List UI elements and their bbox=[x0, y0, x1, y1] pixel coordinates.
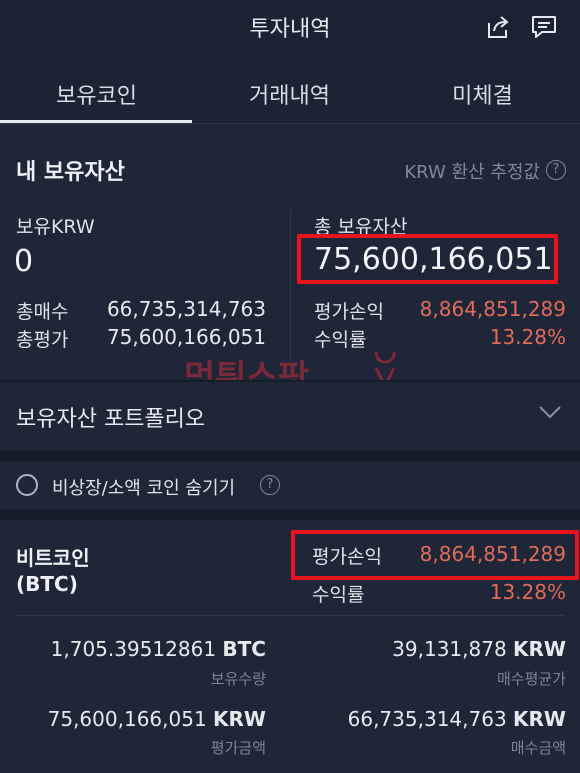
eval-amount-unit: KRW bbox=[213, 707, 266, 731]
eval-amount: 75,600,166,051 KRW bbox=[16, 707, 266, 731]
coin-rate-label: 수익률 bbox=[312, 584, 365, 606]
avg-price-value: 39,131,878 bbox=[392, 637, 507, 661]
holding-qty-value: 1,705.39512861 bbox=[50, 637, 217, 661]
tab-pending[interactable]: 미체결 bbox=[386, 78, 579, 110]
avg-price: 39,131,878 KRW bbox=[300, 637, 566, 661]
avg-price-label: 매수평균가 bbox=[496, 670, 566, 688]
holding-qty: 1,705.39512861 BTC bbox=[16, 637, 266, 661]
assets-title: 내 보유자산 bbox=[16, 160, 125, 185]
buy-amount-unit: KRW bbox=[513, 707, 566, 731]
tab-holdings[interactable]: 보유코인 bbox=[0, 78, 193, 110]
portfolio-label[interactable]: 보유자산 포트폴리오 bbox=[16, 401, 205, 433]
divider bbox=[16, 615, 564, 616]
buy-amount: 66,735,314,763 KRW bbox=[300, 707, 566, 731]
coin-pl-value: 8,864,851,289 bbox=[419, 542, 566, 566]
hide-small-coins-radio[interactable] bbox=[16, 474, 38, 496]
eval-amount-value: 75,600,166,051 bbox=[47, 707, 207, 731]
section-separator bbox=[0, 450, 580, 462]
coin-symbol: (BTC) bbox=[16, 572, 78, 596]
holding-qty-label: 보유수량 bbox=[210, 670, 266, 688]
coin-name: 비트코인 bbox=[16, 546, 90, 570]
total-buy-value: 66,735,314,763 bbox=[106, 297, 266, 321]
section-separator bbox=[0, 510, 580, 520]
rate-value: 13.28% bbox=[489, 325, 566, 349]
avg-price-unit: KRW bbox=[513, 637, 566, 661]
buy-amount-label: 매수금액 bbox=[510, 739, 566, 757]
buy-amount-value: 66,735,314,763 bbox=[347, 707, 507, 731]
column-divider bbox=[290, 210, 291, 360]
hide-small-coins-label[interactable]: 비상장/소액 코인 숨기기 bbox=[52, 474, 235, 500]
total-buy-label: 총매수 bbox=[16, 301, 69, 323]
tab-history[interactable]: 거래내역 bbox=[193, 78, 386, 110]
rate-label: 수익률 bbox=[314, 329, 367, 351]
holding-qty-unit: BTC bbox=[222, 637, 266, 661]
help-icon[interactable]: ? bbox=[546, 160, 566, 180]
chevron-down-icon[interactable] bbox=[538, 400, 562, 424]
pl-label: 평가손익 bbox=[314, 301, 384, 323]
total-eval-label: 총평가 bbox=[16, 329, 69, 351]
eval-amount-label: 평가금액 bbox=[210, 739, 266, 757]
krw-value: 0 bbox=[14, 244, 34, 279]
total-assets-value: 75,600,166,051 bbox=[314, 242, 553, 277]
krw-estimate-note: KRW 환산 추정값 bbox=[404, 162, 540, 183]
krw-label: 보유KRW bbox=[16, 216, 95, 238]
message-icon[interactable] bbox=[530, 13, 558, 41]
coin-pl-label: 평가손익 bbox=[312, 546, 382, 568]
help-icon[interactable]: ? bbox=[260, 475, 280, 495]
coin-rate-value: 13.28% bbox=[489, 580, 566, 604]
pl-value: 8,864,851,289 bbox=[419, 297, 566, 321]
total-eval-value: 75,600,166,051 bbox=[106, 325, 266, 349]
share-icon[interactable] bbox=[484, 13, 512, 41]
